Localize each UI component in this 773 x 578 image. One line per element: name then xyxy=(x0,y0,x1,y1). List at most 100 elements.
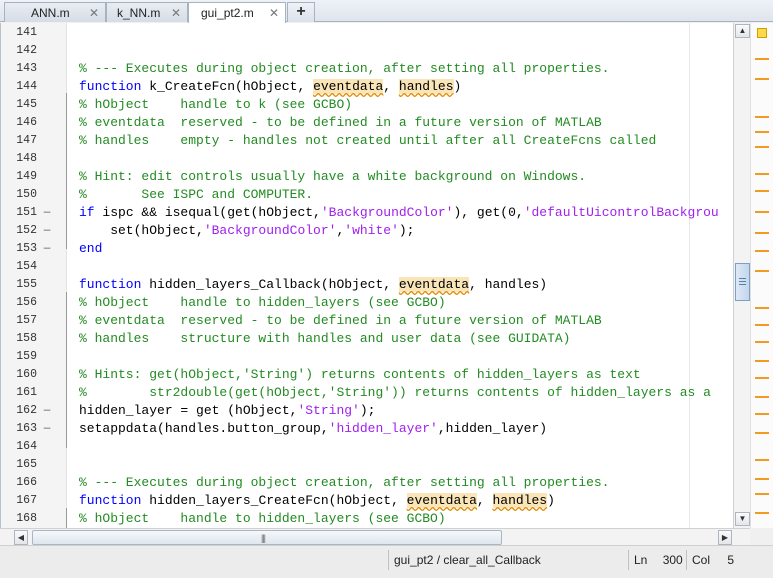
warning-marker[interactable] xyxy=(755,341,769,343)
code-line[interactable]: 150 % See ISPC and COMPUTER. xyxy=(1,186,733,204)
warning-marker[interactable] xyxy=(755,173,769,175)
line-number: 163 xyxy=(16,422,37,435)
warning-marker[interactable] xyxy=(755,211,769,213)
code-line[interactable]: 155 function hidden_layers_Callback(hObje… xyxy=(1,276,733,294)
code-line[interactable]: 151 — if ispc && isequal(get(hObject,'Back… xyxy=(1,204,733,222)
code-line[interactable]: 160 % Hints: get(hObject,'String') return… xyxy=(1,366,733,384)
warning-marker[interactable] xyxy=(755,324,769,326)
code-token: hidden_layer = get (hObject, xyxy=(79,403,298,418)
warning-marker[interactable] xyxy=(755,307,769,309)
code-line[interactable]: 143 % --- Executes during object creation… xyxy=(1,60,733,78)
warning-marker[interactable] xyxy=(755,360,769,362)
close-icon[interactable]: ✕ xyxy=(171,6,181,20)
code-text: % hObject handle to hidden_layers (see G… xyxy=(79,510,446,528)
line-number: 166 xyxy=(16,476,37,489)
breakpoint-dash-icon[interactable]: — xyxy=(42,420,52,438)
code-line[interactable]: 157 % eventdata reserved - to be defined … xyxy=(1,312,733,330)
warning-marker[interactable] xyxy=(755,190,769,192)
line-number: 154 xyxy=(16,260,37,273)
code-line[interactable]: 162 — hidden_layer = get (hObject,'String'… xyxy=(1,402,733,420)
code-line[interactable]: 141 xyxy=(1,24,733,42)
scroll-up-icon[interactable]: ▲ xyxy=(735,24,750,38)
code-analyzer-status-icon[interactable] xyxy=(757,28,767,38)
vertical-scroll-thumb[interactable] xyxy=(735,263,750,301)
tab-gui-pt2[interactable]: gui_pt2.m ✕ xyxy=(188,2,286,23)
line-number: 148 xyxy=(16,152,37,165)
scroll-down-icon[interactable]: ▼ xyxy=(735,512,750,526)
code-line[interactable]: 167 function hidden_layers_CreateFcn(hObj… xyxy=(1,492,733,510)
code-token: , handles) xyxy=(469,277,548,292)
code-editor[interactable]: 141 142 143 % --- Executes during object cr… xyxy=(0,23,733,528)
warning-marker[interactable] xyxy=(755,116,769,118)
comment: % eventdata reserved - to be defined in … xyxy=(79,115,602,130)
close-icon[interactable]: ✕ xyxy=(269,6,279,20)
code-line[interactable]: 145 % hObject handle to k (see GCBO) xyxy=(1,96,733,114)
code-text: % Hint: edit controls usually have a whi… xyxy=(79,168,586,186)
breakpoint-dash-icon[interactable]: — xyxy=(42,222,52,240)
tab-ann[interactable]: ANN.m ✕ xyxy=(4,2,106,22)
warning-marker[interactable] xyxy=(755,413,769,415)
vertical-scrollbar[interactable]: ▲ ▼ xyxy=(733,23,750,528)
code-line[interactable]: 156 % hObject handle to hidden_layers (se… xyxy=(1,294,733,312)
scroll-right-icon[interactable]: ▶ xyxy=(718,530,732,545)
code-text: % --- Executes during object creation, a… xyxy=(79,60,610,78)
warning-marker[interactable] xyxy=(755,512,769,514)
line-number: 145 xyxy=(16,98,37,111)
breakpoint-dash-icon[interactable]: — xyxy=(42,240,52,258)
code-line[interactable]: 164 xyxy=(1,438,733,456)
code-line[interactable]: 165 xyxy=(1,456,733,474)
code-line[interactable]: 159 xyxy=(1,348,733,366)
warning-marker[interactable] xyxy=(755,78,769,80)
code-line[interactable]: 144 function k_CreateFcn(hObject, eventda… xyxy=(1,78,733,96)
warning-marker[interactable] xyxy=(755,432,769,434)
warning-marker[interactable] xyxy=(755,232,769,234)
warning-marker[interactable] xyxy=(755,459,769,461)
code-line[interactable]: 148 xyxy=(1,150,733,168)
code-line[interactable]: 154 xyxy=(1,258,733,276)
add-tab-button[interactable]: + xyxy=(287,2,315,22)
code-line[interactable]: 163 — setappdata(handles.button_group,'hid… xyxy=(1,420,733,438)
code-line[interactable]: 152 — set(hObject,'BackgroundColor','whit… xyxy=(1,222,733,240)
horizontal-scrollbar[interactable]: ◀ ||| ▶ xyxy=(0,528,750,545)
warning-marker[interactable] xyxy=(755,396,769,398)
unused-argument-warning: eventdata xyxy=(406,493,477,508)
line-number: 142 xyxy=(16,44,37,57)
code-line[interactable]: 153 — end xyxy=(1,240,733,258)
line-number: 158 xyxy=(16,332,37,345)
unused-argument-warning: handles xyxy=(492,493,548,508)
warning-marker[interactable] xyxy=(755,478,769,480)
code-line[interactable]: 161 % str2double(get(hObject,'String')) r… xyxy=(1,384,733,402)
comment: % hObject handle to k (see GCBO) xyxy=(79,97,353,112)
warning-marker[interactable] xyxy=(755,270,769,272)
code-line[interactable]: 158 % handles structure with handles and … xyxy=(1,330,733,348)
warning-marker[interactable] xyxy=(755,250,769,252)
horizontal-scroll-thumb[interactable]: ||| xyxy=(32,530,502,545)
scroll-left-icon[interactable]: ◀ xyxy=(14,530,28,545)
unused-argument-warning: eventdata xyxy=(398,277,470,292)
code-text: end xyxy=(79,240,102,258)
code-line[interactable]: 146 % eventdata reserved - to be defined … xyxy=(1,114,733,132)
code-text: hidden_layer = get (hObject,'String'); xyxy=(79,402,375,420)
line-number: 160 xyxy=(16,368,37,381)
code-line[interactable]: 166 % --- Executes during object creation… xyxy=(1,474,733,492)
comment: % hObject handle to hidden_layers (see G… xyxy=(79,511,446,526)
tab-k-nn[interactable]: k_NN.m ✕ xyxy=(106,2,188,22)
ln-value: 300 xyxy=(662,553,683,567)
warning-marker[interactable] xyxy=(755,146,769,148)
breakpoint-dash-icon[interactable]: — xyxy=(42,402,52,420)
line-number: 144 xyxy=(16,80,37,93)
warning-marker[interactable] xyxy=(755,493,769,495)
comment: % --- Executes during object creation, a… xyxy=(79,475,610,490)
code-line[interactable]: 149 % Hint: edit controls usually have a … xyxy=(1,168,733,186)
warning-marker[interactable] xyxy=(755,131,769,133)
warning-marker[interactable] xyxy=(755,58,769,60)
code-line[interactable]: 168 % hObject handle to hidden_layers (se… xyxy=(1,510,733,528)
code-line[interactable]: 147 % handles empty - handles not created… xyxy=(1,132,733,150)
comment: % handles structure with handles and use… xyxy=(79,331,571,346)
warning-marker[interactable] xyxy=(755,377,769,379)
function-path: gui_pt2 / clear_all_Callback xyxy=(394,553,541,567)
code-line[interactable]: 142 xyxy=(1,42,733,60)
close-icon[interactable]: ✕ xyxy=(89,6,99,20)
code-token: ,hidden_layer) xyxy=(437,421,548,436)
breakpoint-dash-icon[interactable]: — xyxy=(42,204,52,222)
